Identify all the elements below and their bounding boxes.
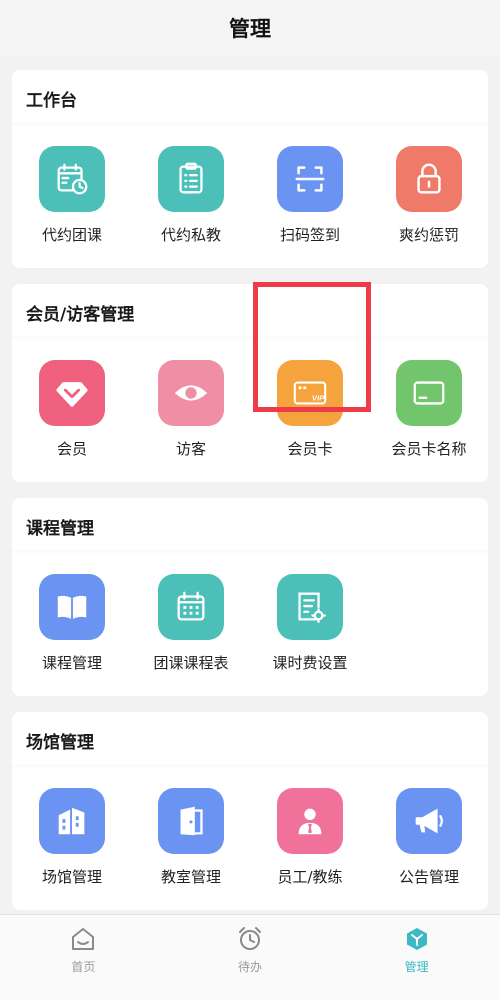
menu-item-label: 会员卡名称 [391,440,467,458]
home-icon [72,928,95,950]
tab-home[interactable]: 首页 [0,915,167,1000]
section-title: 会员/访客管理 [26,305,135,325]
section-course: 课程管理 课程管理 团课课程表 课时费设置 [12,498,488,696]
menu-item-label: 教室管理 [160,868,221,886]
lock-icon [396,146,462,212]
section-title: 课程管理 [26,519,94,539]
menu-item-label: 公告管理 [398,868,459,886]
card-icon [396,360,462,426]
bottom-tab-bar: 首页 待办 管理 [0,914,500,1000]
menu-item-label: 团课课程表 [153,654,229,672]
menu-item-label: 爽约惩罚 [398,226,459,244]
diamond-heart-icon [39,360,105,426]
menu-item-book-private-class[interactable]: 代约私教 [132,146,250,245]
tab-todo[interactable]: 待办 [167,915,334,1000]
menu-item-label: 访客 [175,440,206,458]
menu-item-staff-coach[interactable]: 员工/教练 [251,788,369,887]
tab-label: 管理 [404,960,429,974]
menu-item-book-group-class[interactable]: 代约团课 [13,146,131,245]
section-member-visitor: 会员/访客管理 会员 访客 VIP 会员卡 会员卡名称 [12,284,488,482]
section-title: 场馆管理 [26,733,94,753]
menu-item-label: 代约团课 [41,226,102,244]
menu-item-label: 扫码签到 [279,226,340,244]
menu-item-card-name[interactable]: 会员卡名称 [370,360,488,459]
door-icon [158,788,224,854]
menu-item-label: 课程管理 [41,654,102,672]
tab-manage[interactable]: 管理 [333,915,500,1000]
book-icon [39,574,105,640]
section-divider [12,550,488,556]
tab-label: 首页 [71,960,96,974]
section-divider [12,336,488,342]
menu-item-visitor[interactable]: 访客 [132,360,250,459]
menu-item-scan-checkin[interactable]: 扫码签到 [251,146,369,245]
highlight-box [253,282,371,412]
tab-label: 待办 [238,960,263,974]
menu-item-no-show-penalty[interactable]: 爽约惩罚 [370,146,488,245]
menu-item-label: 员工/教练 [277,868,343,886]
page-header: 管理 [0,0,500,56]
eye-icon [158,360,224,426]
section-title: 工作台 [26,91,77,111]
page-title: 管理 [229,17,271,41]
staff-icon [277,788,343,854]
alarm-clock-icon [239,927,261,950]
section-divider [12,122,488,128]
menu-item-classroom-management[interactable]: 教室管理 [132,788,250,887]
document-gear-icon [277,574,343,640]
calendar-clock-icon [39,146,105,212]
menu-item-fee-settings[interactable]: 课时费设置 [251,574,369,673]
menu-item-label: 代约私教 [160,226,221,244]
menu-item-label: 课时费设置 [272,654,348,672]
menu-item-group-schedule[interactable]: 团课课程表 [132,574,250,673]
menu-item-course-management[interactable]: 课程管理 [13,574,131,673]
section-divider [12,764,488,770]
clipboard-list-icon [158,146,224,212]
building-icon [39,788,105,854]
menu-item-member[interactable]: 会员 [13,360,131,459]
calendar-grid-icon [158,574,224,640]
scan-icon [277,146,343,212]
section-workbench: 工作台 代约团课 代约私教 扫码签到 爽约惩罚 [12,70,488,268]
menu-item-label: 会员 [56,440,87,458]
section-venue: 场馆管理 场馆管理 教室管理 员工/教练 公告管理 [12,712,488,910]
menu-item-label: 会员卡 [287,440,333,458]
megaphone-icon [396,788,462,854]
menu-item-venue-management[interactable]: 场馆管理 [13,788,131,887]
menu-item-label: 场馆管理 [41,868,102,886]
menu-item-announcement-management[interactable]: 公告管理 [370,788,488,887]
manage-cube-icon [406,928,427,950]
